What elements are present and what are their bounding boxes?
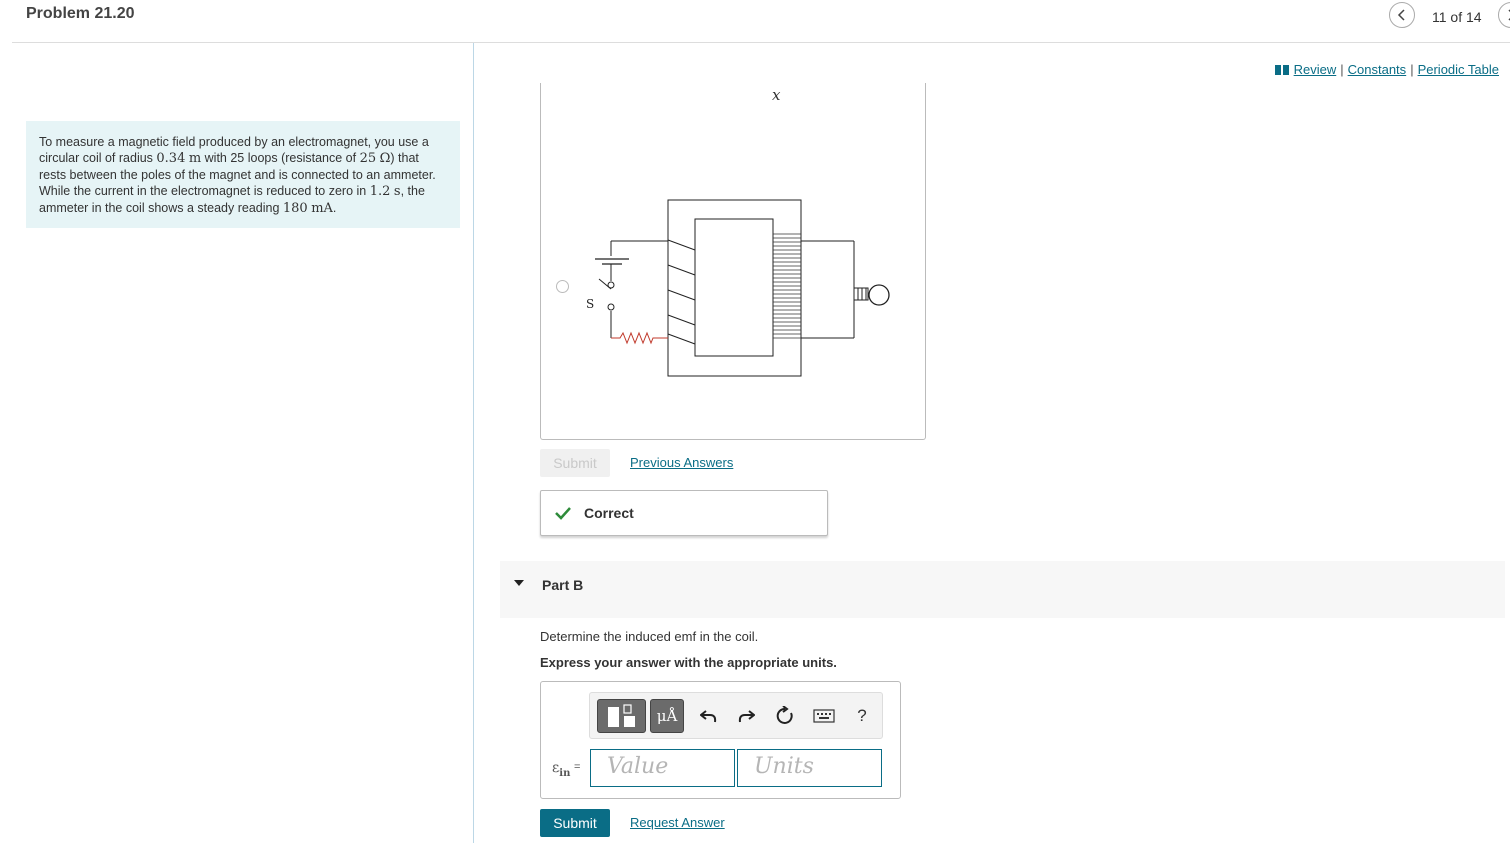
current-unit: mA: [311, 201, 333, 216]
feedback-box: Correct: [540, 490, 828, 536]
help-button[interactable]: ?: [852, 706, 872, 726]
link-separator: |: [1410, 62, 1414, 77]
column-divider: [473, 43, 474, 843]
figure-axis-label: x: [772, 86, 781, 104]
feedback-text: Correct: [584, 505, 634, 521]
link-separator: |: [1340, 62, 1344, 77]
current-value: 180: [282, 201, 308, 216]
next-problem-button[interactable]: [1498, 2, 1510, 28]
question-text: Determine the induced emf in the coil.: [540, 629, 759, 644]
part-b-header[interactable]: [500, 561, 1505, 618]
previous-answers-link[interactable]: Previous Answers: [630, 455, 733, 470]
resistance-unit: Ω: [379, 151, 391, 166]
redo-icon[interactable]: [736, 706, 756, 726]
caret-down-icon[interactable]: [514, 580, 524, 586]
equals-sign: =: [574, 761, 581, 773]
emf-symbol: εin: [552, 760, 570, 779]
time-value: 1.2: [369, 184, 391, 199]
submit-button[interactable]: Submit: [540, 809, 610, 837]
keyboard-icon[interactable]: [812, 706, 836, 726]
templates-button[interactable]: [597, 699, 646, 733]
header-divider: [12, 42, 1510, 43]
page-title: Problem 21.20: [26, 5, 135, 22]
templates-icon: [607, 704, 635, 727]
time-unit: s: [393, 184, 401, 199]
review-link[interactable]: Review: [1294, 62, 1337, 77]
previous-problem-button[interactable]: [1389, 2, 1415, 28]
chevron-right-icon: [1508, 9, 1510, 21]
request-answer-link[interactable]: Request Answer: [630, 815, 725, 830]
book-icon: [1274, 65, 1289, 75]
undo-icon[interactable]: [699, 706, 719, 726]
switch-label: S: [586, 297, 594, 311]
problem-statement: To measure a magnetic field produced by …: [26, 121, 460, 228]
value-input[interactable]: Value: [590, 749, 735, 787]
reset-icon[interactable]: [775, 706, 795, 726]
question-instruction: Express your answer with the appropriate…: [540, 655, 837, 670]
part-a-submit-button[interactable]: Submit: [540, 449, 610, 477]
constants-link[interactable]: Constants: [1348, 62, 1407, 77]
units-button[interactable]: μÅ: [650, 699, 684, 733]
emf-subscript: in: [559, 767, 571, 779]
answer-choice-radio[interactable]: [556, 280, 569, 293]
problem-text-5: .: [332, 201, 337, 215]
problem-text-2: with 25 loops (resistance of: [201, 151, 360, 165]
chevron-left-icon: [1397, 9, 1405, 21]
resistance-value: 25: [359, 151, 377, 166]
radius-unit: m: [188, 151, 202, 166]
checkmark-icon: [555, 507, 571, 520]
part-b-label: Part B: [542, 577, 584, 593]
periodic-table-link[interactable]: Periodic Table: [1418, 62, 1499, 77]
math-toolbar: μÅ ?: [589, 692, 883, 739]
electromagnet-circuit-diagram: S: [586, 199, 890, 377]
problem-counter: 11 of 14: [1432, 9, 1482, 25]
resource-links: Review | Constants | Periodic Table: [1274, 62, 1499, 77]
units-input[interactable]: Units: [737, 749, 882, 787]
radius-value: 0.34: [156, 151, 186, 166]
